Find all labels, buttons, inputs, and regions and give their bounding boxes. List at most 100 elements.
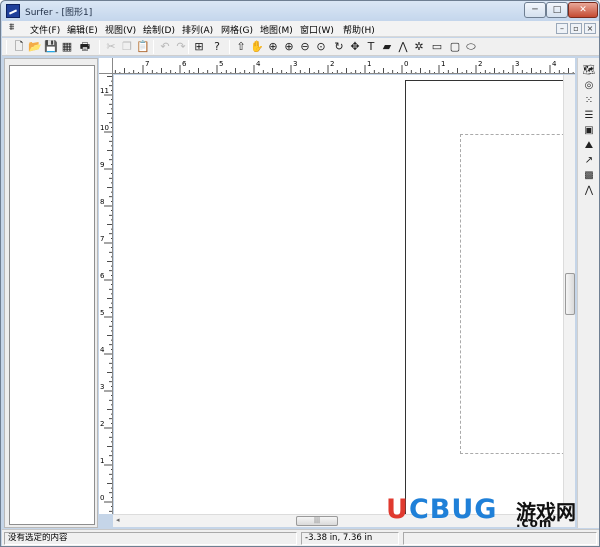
ellipse-tool-icon[interactable]: ⬭	[464, 40, 478, 54]
cut-icon[interactable]: ✂	[104, 40, 118, 54]
document-control-icon[interactable]: ⩩	[9, 22, 23, 35]
ruler-label: 4	[552, 60, 557, 68]
scroll-left-arrow-icon[interactable]: ◂	[116, 516, 120, 524]
vertical-scroll-thumb[interactable]	[565, 273, 575, 315]
object-manager-tree[interactable]	[9, 65, 95, 525]
zoom-in-icon[interactable]: ⊕	[282, 40, 296, 54]
vertical-scrollbar[interactable]	[563, 75, 575, 514]
menu-help[interactable]: 帮助(H)	[343, 23, 375, 36]
main-toolbar: 🗋 📂 💾 ▦ 🖶 ✂ ❐ 📋 ↶ ↷ ⊞? ⇧ ✋ ⊕ ⊕ ⊖ ⊙ ↻ ✥ T ▰ ⋀ ✲ ▭ ▢ ⬭	[2, 38, 599, 56]
redo-icon[interactable]: ↷	[174, 40, 188, 54]
vector-map-icon[interactable]: ↗	[582, 154, 596, 167]
menu-edit[interactable]: 编辑(E)	[67, 23, 98, 36]
paste-icon[interactable]: 📋	[136, 40, 150, 54]
rounded-rect-tool-icon[interactable]: ▢	[448, 40, 462, 54]
context-help-icon[interactable]: ?	[210, 40, 224, 54]
toolbar-separator	[99, 40, 100, 54]
ruler-label: 6	[100, 272, 105, 280]
worksheet-icon[interactable]: ▦	[60, 40, 74, 54]
maximize-button[interactable]: □	[546, 2, 568, 18]
ruler-label: 3	[100, 383, 104, 391]
ruler-label: 6	[182, 60, 187, 68]
rectangle-tool-icon[interactable]: ▭	[430, 40, 444, 54]
menu-arrange[interactable]: 排列(A)	[182, 23, 213, 36]
menu-file[interactable]: 文件(F)	[30, 23, 60, 36]
zoom-rect-icon[interactable]: ⊕	[266, 40, 280, 54]
menu-grid[interactable]: 网格(G)	[221, 23, 253, 36]
ruler-label: 1	[367, 60, 371, 68]
ruler-label: 5	[100, 309, 104, 317]
minimize-button[interactable]: ─	[524, 2, 546, 18]
menu-view[interactable]: 视图(V)	[105, 23, 136, 36]
ruler-label: 11	[100, 87, 109, 95]
surfer-app-window: Surfer - [图形1] ─ □ ✕ ⩩ 文件(F) 编辑(E) 视图(V)…	[0, 0, 600, 547]
ruler-label: 7	[145, 60, 149, 68]
shaded-relief-map-icon[interactable]: ⛰	[582, 139, 596, 152]
status-message: 没有选定的内容	[4, 532, 297, 545]
new-document-icon[interactable]: 🗋	[12, 40, 26, 54]
polygon-tool-icon[interactable]: ▰	[380, 40, 394, 54]
ruler-label: 4	[100, 346, 105, 354]
close-button[interactable]: ✕	[568, 2, 598, 18]
page-margin-outline	[460, 134, 563, 454]
select-arrow-icon[interactable]: ⇧	[234, 40, 248, 54]
polyline-tool-icon[interactable]: ⋀	[396, 40, 410, 54]
toolbar-separator	[229, 40, 230, 54]
horizontal-ruler: 7 6 5 4 3 2 1 0 1 2 3 4	[113, 58, 575, 74]
watermark-logo: UCBUG 游戏网 .com	[386, 494, 598, 530]
reshape-icon[interactable]: ✥	[348, 40, 362, 54]
vertical-ruler: 11 10 9 8 7 6 5 4 3 2 1 0	[99, 74, 113, 514]
menu-draw[interactable]: 绘制(D)	[143, 23, 175, 36]
ruler-label: 2	[330, 60, 334, 68]
toolbar-grip[interactable]	[6, 40, 7, 54]
watermark-suffix: .com	[516, 516, 553, 530]
vertical-ruler-ticks: 11109876543210	[100, 76, 112, 512]
menu-bar: ⩩ 文件(F) 编辑(E) 视图(V) 绘制(D) 排列(A) 网格(G) 地图…	[2, 21, 599, 37]
copy-icon[interactable]: ❐	[120, 40, 134, 54]
zoom-out-icon[interactable]: ⊖	[298, 40, 312, 54]
ruler-label: 2	[478, 60, 482, 68]
open-folder-icon[interactable]: 📂	[28, 40, 42, 54]
status-coordinates: -3.38 in, 7.36 in	[301, 532, 399, 545]
ruler-label: 3	[293, 60, 297, 68]
base-map-icon[interactable]: 🗺	[582, 64, 596, 77]
ruler-label: 1	[100, 457, 104, 465]
save-disk-icon[interactable]: 💾	[44, 40, 58, 54]
mdi-restore-button[interactable]: ▫	[570, 23, 582, 34]
toolbar-separator	[188, 40, 189, 54]
symbol-tool-icon[interactable]: ✲	[412, 40, 426, 54]
ruler-corner	[99, 58, 113, 74]
ruler-label: 2	[100, 420, 104, 428]
print-icon[interactable]: 🖶	[78, 40, 92, 54]
ruler-label: 8	[100, 198, 104, 206]
rotate-icon[interactable]: ↻	[332, 40, 346, 54]
surface-icon[interactable]: ⋀	[582, 184, 596, 197]
mdi-minimize-button[interactable]: –	[556, 23, 568, 34]
plot-canvas[interactable]	[114, 75, 563, 514]
ruler-label: 3	[515, 60, 519, 68]
ruler-label: 10	[100, 124, 109, 132]
menu-map[interactable]: 地图(M)	[260, 23, 293, 36]
classed-post-map-icon[interactable]: ☰	[582, 109, 596, 122]
wireframe-icon[interactable]: ▩	[582, 169, 596, 182]
post-map-icon[interactable]: ⁙	[582, 94, 596, 107]
ruler-label: 0	[100, 494, 104, 502]
zoom-page-icon[interactable]: ⊙	[314, 40, 328, 54]
ruler-label: 1	[441, 60, 445, 68]
undo-icon[interactable]: ↶	[158, 40, 172, 54]
text-tool-icon[interactable]: T	[364, 40, 378, 54]
pan-hand-icon[interactable]: ✋	[250, 40, 264, 54]
mdi-close-button[interactable]: ×	[584, 23, 596, 34]
contour-map-icon[interactable]: ◎	[582, 79, 596, 92]
ruler-label: 7	[100, 235, 104, 243]
object-manager-icon[interactable]: ⊞	[192, 40, 206, 54]
ruler-label: 5	[219, 60, 223, 68]
watermark-brand: UCBUG	[386, 494, 498, 525]
menu-window[interactable]: 窗口(W)	[300, 23, 334, 36]
horizontal-scroll-thumb[interactable]: |||	[296, 516, 338, 526]
status-bar: 没有选定的内容 -3.38 in, 7.36 in	[2, 529, 599, 546]
ruler-label: 4	[256, 60, 261, 68]
surfer-app-icon[interactable]	[6, 4, 20, 18]
title-bar[interactable]: Surfer - [图形1] ─ □ ✕	[1, 1, 599, 21]
image-map-icon[interactable]: ▣	[582, 124, 596, 137]
